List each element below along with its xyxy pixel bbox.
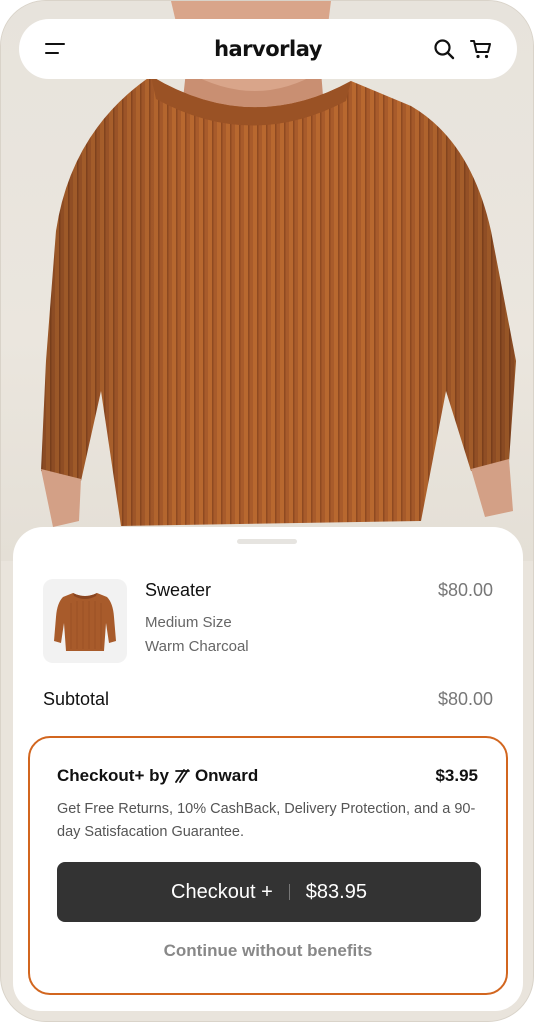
top-navbar: harvorlay xyxy=(19,19,517,79)
cart-bottom-sheet: Sweater $80.00 Medium Size Warm Charcoal… xyxy=(13,527,523,1011)
product-color: Warm Charcoal xyxy=(145,638,249,655)
onward-logo-icon xyxy=(175,769,190,783)
sheet-drag-handle[interactable] xyxy=(237,539,297,544)
product-thumbnail xyxy=(43,579,127,663)
subtotal-value: $80.00 xyxy=(437,689,493,709)
checkout-button-label: Checkout + xyxy=(171,880,273,903)
brand-logo[interactable]: harvorlay xyxy=(214,37,322,61)
checkout-plus-button[interactable]: Checkout + $83.95 xyxy=(57,862,481,922)
checkout-button-total: $83.95 xyxy=(305,880,367,903)
product-price: $80.00 xyxy=(437,580,493,600)
sweater-thumbnail-image xyxy=(54,593,116,651)
offer-title: Checkout+ by Onward xyxy=(57,766,258,786)
search-icon[interactable] xyxy=(433,38,455,60)
continue-without-benefits-link[interactable]: Continue without benefits xyxy=(30,941,506,961)
offer-provider: Onward xyxy=(194,766,259,785)
subtotal-label: Subtotal xyxy=(43,689,110,709)
button-divider xyxy=(288,884,290,900)
phone-frame: harvorlay Sweater $80.00 Medium Size War… xyxy=(0,0,534,1022)
sweater-model-illustration xyxy=(41,1,516,527)
product-hero-image xyxy=(1,1,533,561)
product-name: Sweater xyxy=(145,580,212,600)
checkout-plus-offer-card: Checkout+ by Onward $3.95 Get Free Retur… xyxy=(28,736,508,995)
offer-price: $3.95 xyxy=(435,766,478,785)
menu-icon[interactable] xyxy=(45,41,67,57)
offer-description: Get Free Returns, 10% CashBack, Delivery… xyxy=(57,801,476,840)
offer-title-prefix: Checkout+ by xyxy=(57,766,169,785)
cart-icon[interactable] xyxy=(469,37,493,61)
product-size: Medium Size xyxy=(145,614,232,631)
